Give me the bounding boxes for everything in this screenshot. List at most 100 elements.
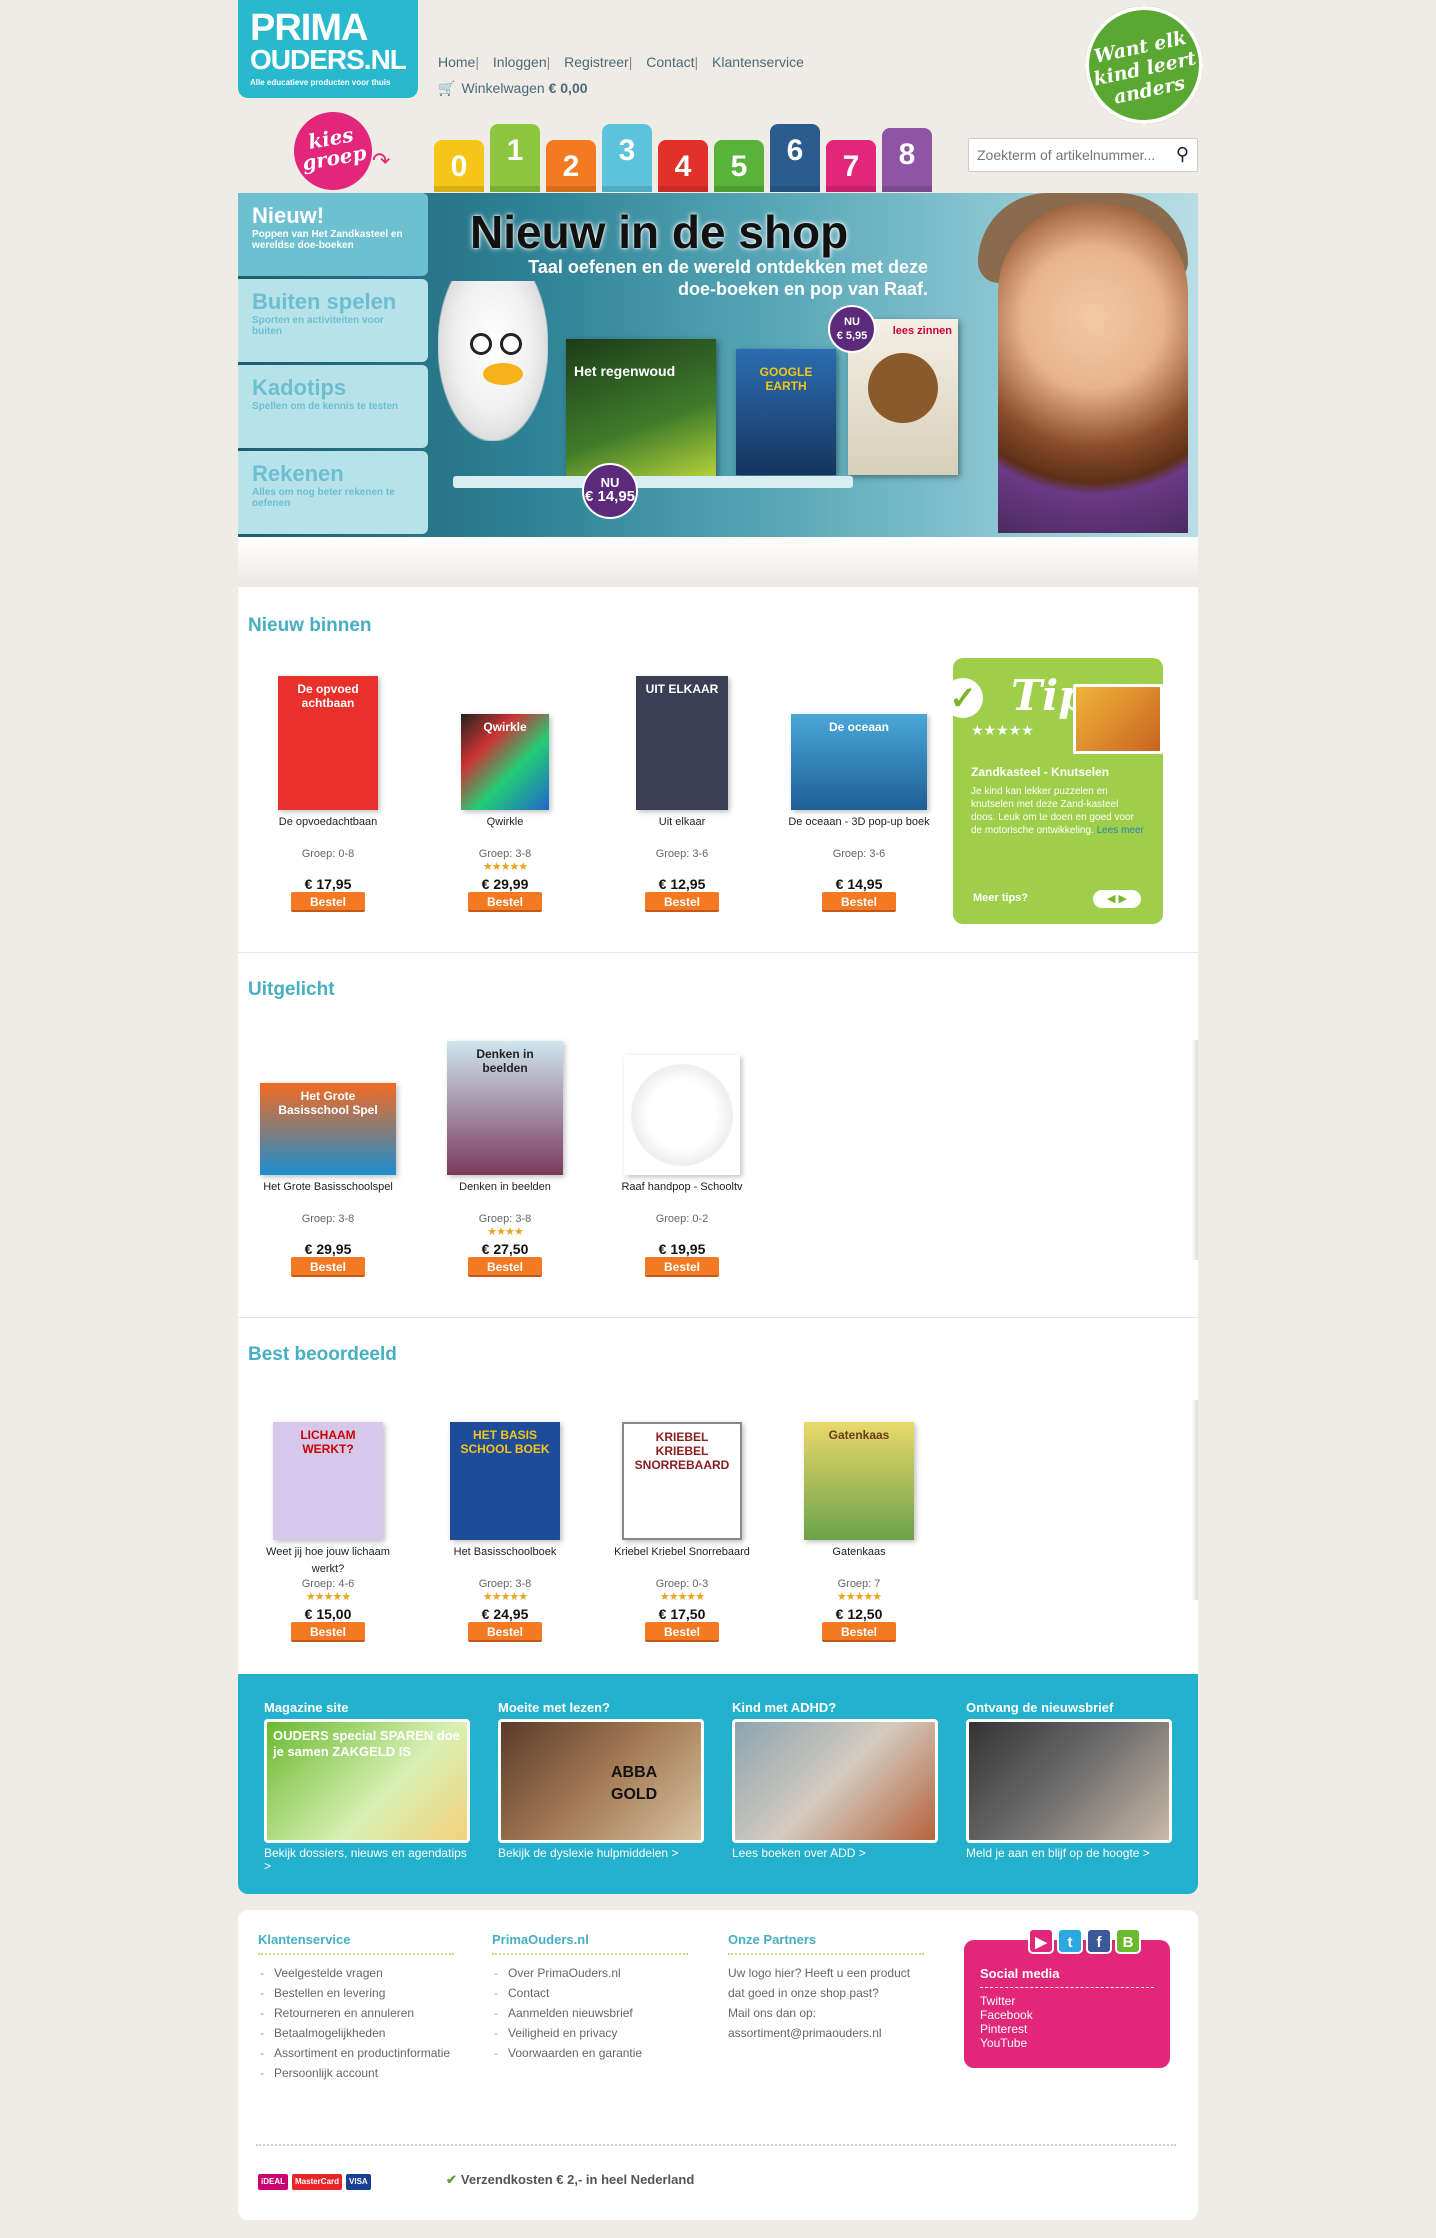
product-image[interactable]: Het Grote Basisschool Spel [260,1083,396,1175]
promo-link[interactable]: Bekijk de dyslexie hulpmiddelen > [498,1847,708,1860]
hero-tab-kadotips[interactable]: Kadotips Spellen om de kennis te testen [238,365,428,448]
product-name[interactable]: Kriebel Kriebel Snorrebaard [607,1544,757,1578]
product-image[interactable]: De oceaan [791,714,927,810]
footer-link[interactable]: Aanmelden nieuwsbrief [492,2003,692,2023]
nav-register[interactable]: Registreer [564,54,629,70]
product-card[interactable]: De opvoed achtbaan De opvoedachtbaan Groep… [253,670,403,912]
product-name[interactable]: Het Basisschoolboek [430,1544,580,1578]
footer-link[interactable]: Contact [492,1983,692,2003]
promo-adhd[interactable]: Kind met ADHD? Lees boeken over ADD > [732,1700,942,1860]
footer-link[interactable]: Over PrimaOuders.nl [492,1963,692,1983]
nav-contact[interactable]: Contact [646,54,694,70]
hero-tab-rekenen[interactable]: Rekenen Alles om nog beter rekenen te oe… [238,451,428,534]
promo-link[interactable]: Lees boeken over ADD > [732,1847,942,1860]
product-image[interactable]: Qwirkle [461,714,549,810]
product-card[interactable]: De oceaan De oceaan - 3D pop-up boek Groep… [784,670,934,912]
tip-read-more-link[interactable]: Lees meer [1097,825,1144,836]
footer-link[interactable]: Persoonlijk account [258,2063,458,2083]
social-link-youtube[interactable]: YouTube [980,2036,1154,2050]
hero-tab-buiten-spelen[interactable]: Buiten spelen Sporten en activiteiten vo… [238,279,428,362]
product-image[interactable]: UIT ELKAAR [636,676,728,810]
group-tab-5[interactable]: 5 [714,140,764,192]
nav-customer-service[interactable]: Klantenservice [712,54,804,70]
product-image[interactable]: Gatenkaas [804,1422,914,1540]
promo-dyslexie[interactable]: Moeite met lezen? ABBA GOLD Bekijk de dy… [498,1700,708,1860]
product-card[interactable]: LICHAAM WERKT? Weet jij hoe jouw lichaam … [253,1400,403,1642]
promo-newsletter[interactable]: Ontvang de nieuwsbrief Meld je aan en bl… [966,1700,1176,1860]
product-card[interactable]: Gatenkaas Gatenkaas Groep: 7 ★★★★★ € 12,50 Be… [784,1400,934,1642]
promo-magazine[interactable]: Magazine site OUDERS special SPAREN doe … [264,1700,474,1873]
footer-link[interactable]: Betaalmogelijkheden [258,2023,458,2043]
product-card[interactable]: Het Grote Basisschool Spel Het Grote Basi… [253,1035,403,1277]
footer-link[interactable]: Veelgestelde vragen [258,1963,458,1983]
footer-link[interactable]: Veiligheid en privacy [492,2023,692,2043]
tip-pager[interactable]: ◀ ▶ [1093,890,1141,908]
hero-tab-nieuw[interactable]: Nieuw! Poppen van Het Zandkasteel en wer… [238,193,428,276]
search-icon[interactable]: ⚲ [1176,144,1189,165]
product-image[interactable]: KRIEBEL KRIEBEL SNORREBAARD [622,1422,742,1540]
order-button[interactable]: Bestel [822,1622,896,1642]
logo[interactable]: PRIMA OUDERS.NL Alle educatieve producte… [238,0,418,98]
product-image[interactable]: De opvoed achtbaan [278,676,378,810]
footer-link[interactable]: Assortiment en productinformatie [258,2043,458,2063]
product-name[interactable]: Gatenkaas [784,1544,934,1578]
promo-link[interactable]: Meld je aan en blijf op de hoogte > [966,1847,1176,1860]
group-tab-4[interactable]: 4 [658,140,708,192]
group-tab-0[interactable]: 0 [434,140,484,192]
product-image[interactable]: Denken in beelden [447,1041,563,1175]
order-button[interactable]: Bestel [822,892,896,912]
blog-icon[interactable]: B [1115,1928,1141,1954]
order-button[interactable]: Bestel [291,1257,365,1277]
order-button[interactable]: Bestel [645,1622,719,1642]
product-card[interactable]: UIT ELKAAR Uit elkaar Groep: 3-6 € 12,95 Bes… [607,670,757,912]
social-link-twitter[interactable]: Twitter [980,1994,1154,2008]
order-button[interactable]: Bestel [645,892,719,912]
social-link-pinterest[interactable]: Pinterest [980,2022,1154,2036]
hero-banner[interactable]: Nieuw! Poppen van Het Zandkasteel en wer… [238,193,1198,537]
facebook-icon[interactable]: f [1086,1928,1112,1954]
order-button[interactable]: Bestel [468,892,542,912]
partners-email[interactable]: assortiment@primaouders.nl [728,2023,928,2043]
product-name[interactable]: Uit elkaar [607,814,757,848]
search-input[interactable] [969,139,1159,171]
product-card[interactable]: KRIEBEL KRIEBEL SNORREBAARD Kriebel Krieb… [607,1400,757,1642]
group-tab-2[interactable]: 2 [546,140,596,192]
twitter-icon[interactable]: t [1057,1928,1083,1954]
nav-login[interactable]: Inloggen [493,54,547,70]
product-card[interactable]: HET BASIS SCHOOL BOEK Het Basisschoolboek… [430,1400,580,1642]
order-button[interactable]: Bestel [291,892,365,912]
order-button[interactable]: Bestel [645,1257,719,1277]
product-name[interactable]: Qwirkle [430,814,580,848]
order-button[interactable]: Bestel [468,1622,542,1642]
youtube-icon[interactable]: ▶ [1028,1928,1054,1954]
footer-link[interactable]: Bestellen en levering [258,1983,458,2003]
group-tab-8[interactable]: 8 [882,128,932,192]
order-button[interactable]: Bestel [291,1622,365,1642]
next-icon[interactable]: ▶ [1119,893,1127,905]
cart-link[interactable]: 🛒 Winkelwagen € 0,00 [438,80,588,97]
product-name[interactable]: De oceaan - 3D pop-up boek [784,814,934,848]
product-image[interactable] [624,1055,740,1175]
group-tab-6[interactable]: 6 [770,124,820,192]
footer-link[interactable]: Retourneren en annuleren [258,2003,458,2023]
product-card[interactable]: Raaf handpop - Schooltv Groep: 0-2 € 19,95… [607,1035,757,1277]
product-name[interactable]: Raaf handpop - Schooltv [607,1179,757,1213]
group-tab-3[interactable]: 3 [602,124,652,192]
product-name[interactable]: De opvoedachtbaan [253,814,403,848]
group-tab-1[interactable]: 1 [490,124,540,192]
product-card[interactable]: Qwirkle Qwirkle Groep: 3-8 ★★★★★ € 29,99 Best… [430,670,580,912]
product-name[interactable]: Denken in beelden [430,1179,580,1213]
product-image[interactable]: HET BASIS SCHOOL BOEK [450,1422,560,1540]
product-name[interactable]: Het Grote Basisschoolspel [253,1179,403,1213]
order-button[interactable]: Bestel [468,1257,542,1277]
product-image[interactable]: LICHAAM WERKT? [273,1422,383,1540]
group-tab-7[interactable]: 7 [826,140,876,192]
footer-link[interactable]: Voorwaarden en garantie [492,2043,692,2063]
more-tips-link[interactable]: Meer tips? [973,892,1028,904]
tip-box[interactable]: ✓ Tip ★★★★★ Zandkasteel - Knutselen Je k… [943,658,1163,924]
promo-link[interactable]: Bekijk dossiers, nieuws en agendatips > [264,1847,474,1873]
nav-home[interactable]: Home [438,54,475,70]
prev-icon[interactable]: ◀ [1107,893,1115,905]
product-name[interactable]: Weet jij hoe jouw lichaam werkt? [253,1544,403,1578]
social-link-facebook[interactable]: Facebook [980,2008,1154,2022]
